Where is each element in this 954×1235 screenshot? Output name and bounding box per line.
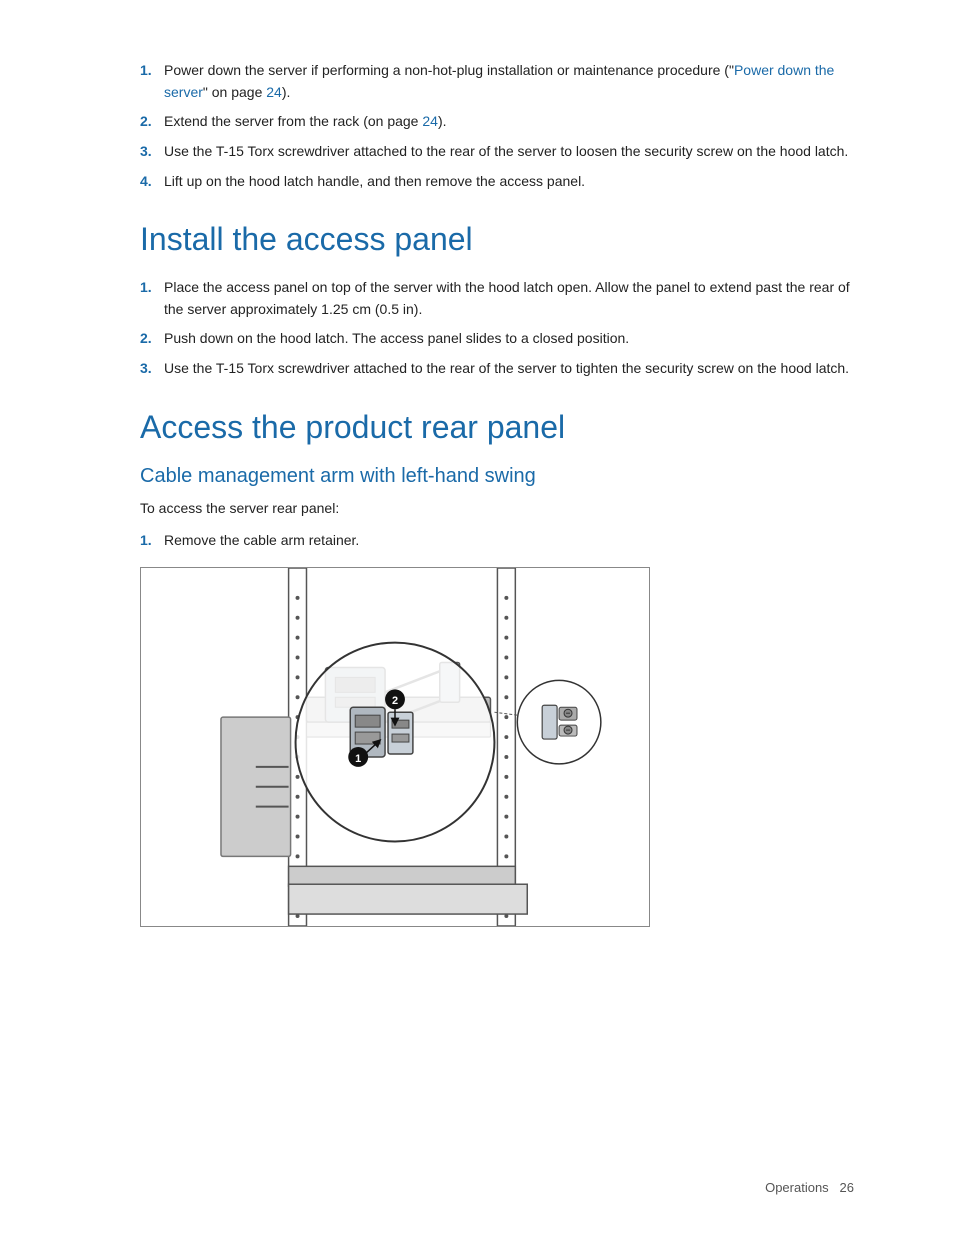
- list-item: 3. Use the T-15 Torx screwdriver attache…: [140, 141, 854, 163]
- list-number: 1.: [140, 60, 164, 103]
- page-link-2[interactable]: 24: [422, 113, 438, 129]
- install-panel-heading: Install the access panel: [140, 220, 854, 258]
- list-item: 2. Extend the server from the rack (on p…: [140, 111, 854, 133]
- list-number: 2.: [140, 328, 164, 350]
- list-content: Remove the cable arm retainer.: [164, 530, 854, 552]
- footer-page: 26: [840, 1180, 854, 1195]
- intro-list: 1. Power down the server if performing a…: [140, 60, 854, 192]
- install-panel-list: 1. Place the access panel on top of the …: [140, 277, 854, 380]
- access-rear-list: 1. Remove the cable arm retainer.: [140, 530, 854, 552]
- list-item: 3. Use the T-15 Torx screwdriver attache…: [140, 358, 854, 380]
- list-item: 1. Power down the server if performing a…: [140, 60, 854, 103]
- footer-section: Operations: [765, 1180, 829, 1195]
- list-item: 1. Remove the cable arm retainer.: [140, 530, 854, 552]
- power-down-link[interactable]: Power down the server: [164, 62, 834, 100]
- list-content: Use the T-15 Torx screwdriver attached t…: [164, 141, 854, 163]
- diagram-svg: 1 2: [141, 568, 649, 926]
- svg-text:2: 2: [392, 696, 398, 708]
- list-item: 2. Push down on the hood latch. The acce…: [140, 328, 854, 350]
- access-rear-heading: Access the product rear panel: [140, 408, 854, 446]
- list-item: 4. Lift up on the hood latch handle, and…: [140, 171, 854, 193]
- list-content: Use the T-15 Torx screwdriver attached t…: [164, 358, 854, 380]
- page-container: 1. Power down the server if performing a…: [0, 0, 954, 1027]
- list-number: 1.: [140, 277, 164, 320]
- list-content: Power down the server if performing a no…: [164, 60, 854, 103]
- list-content: Lift up on the hood latch handle, and th…: [164, 171, 854, 193]
- list-number: 3.: [140, 141, 164, 163]
- list-content: Extend the server from the rack (on page…: [164, 111, 854, 133]
- list-content: Place the access panel on top of the ser…: [164, 277, 854, 320]
- page-link-1[interactable]: 24: [266, 84, 282, 100]
- cable-mgmt-subheading: Cable management arm with left-hand swin…: [140, 464, 854, 488]
- list-number: 4.: [140, 171, 164, 193]
- page-footer: Operations 26: [765, 1180, 854, 1195]
- list-number: 2.: [140, 111, 164, 133]
- diagram-container: 1 2: [140, 567, 650, 927]
- list-number: 3.: [140, 358, 164, 380]
- list-number: 1.: [140, 530, 164, 552]
- list-content: Push down on the hood latch. The access …: [164, 328, 854, 350]
- list-item: 1. Place the access panel on top of the …: [140, 277, 854, 320]
- intro-text: To access the server rear panel:: [140, 498, 854, 520]
- svg-text:1: 1: [355, 753, 361, 765]
